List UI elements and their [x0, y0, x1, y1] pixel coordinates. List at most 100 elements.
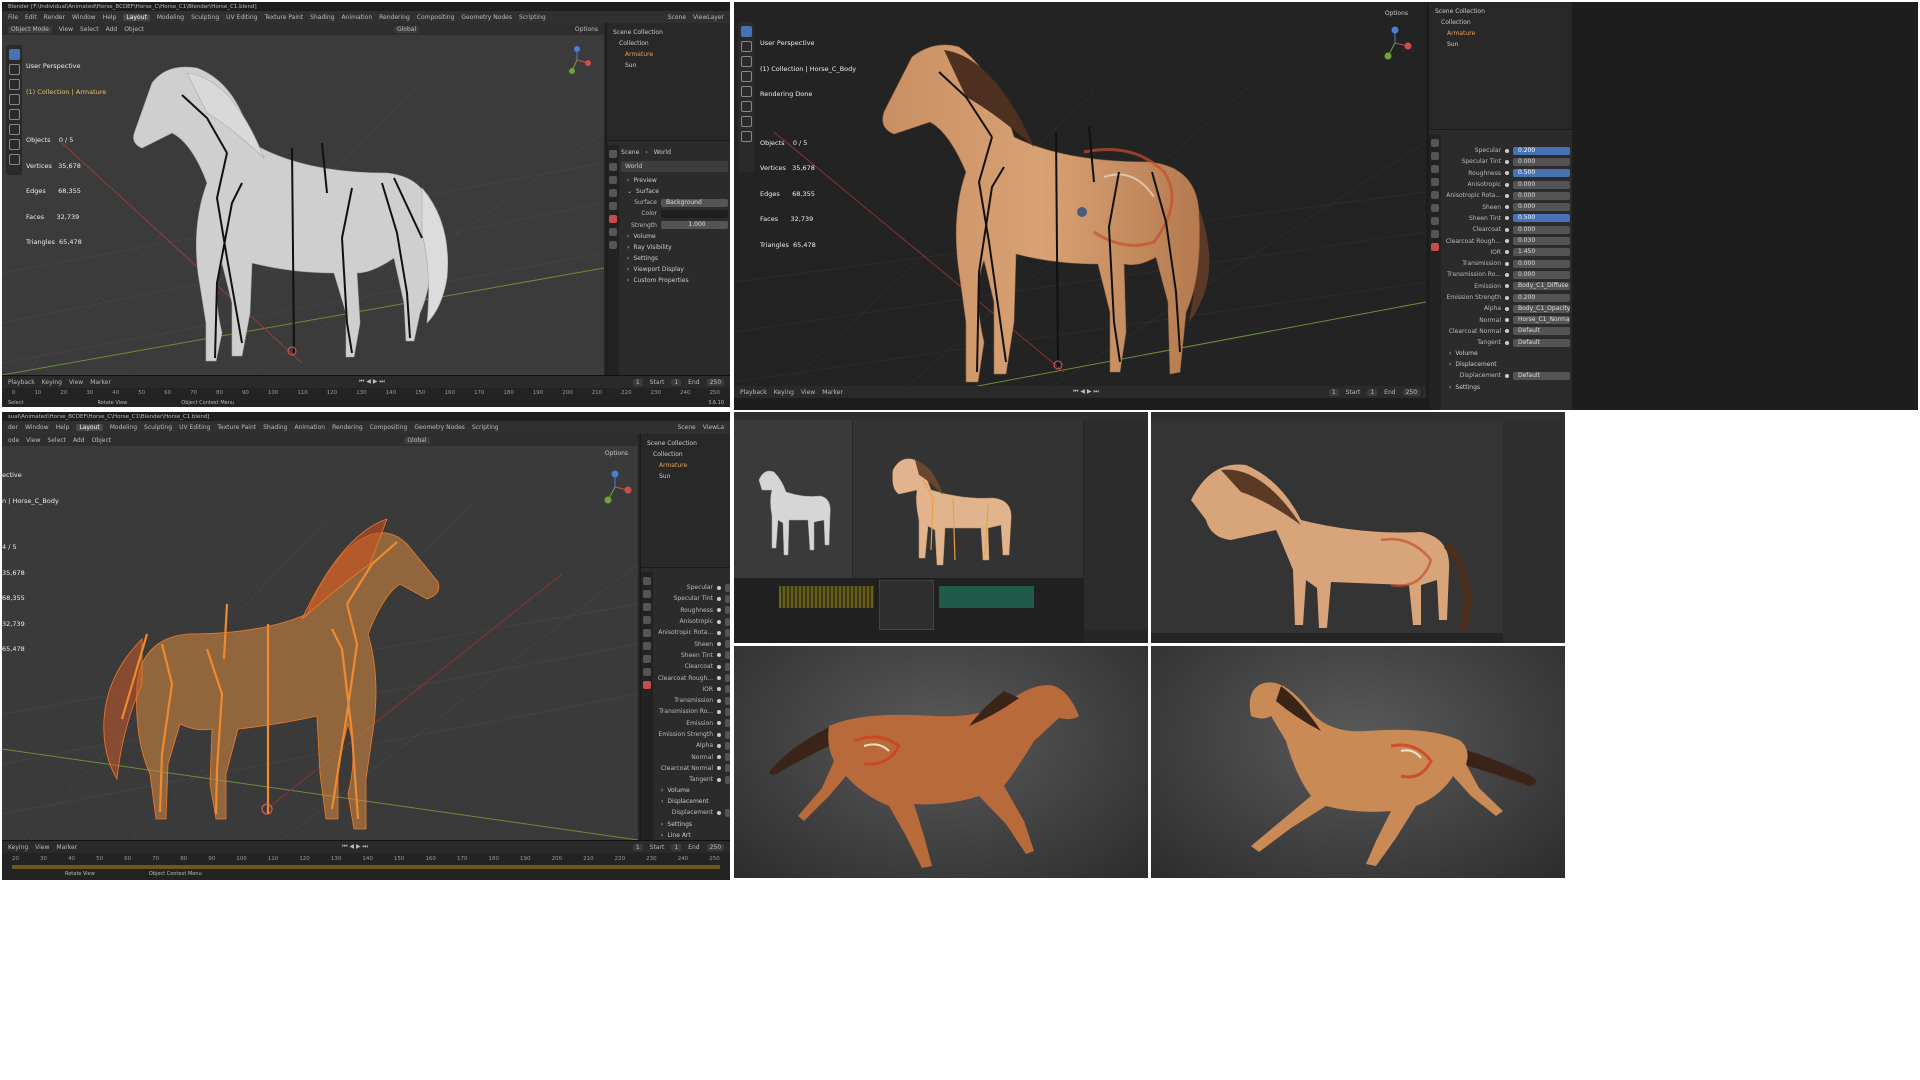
- section-ray-visibility[interactable]: › Ray Visibility: [621, 242, 728, 253]
- options-button[interactable]: Options: [1385, 10, 1408, 17]
- render-tab-icon[interactable]: [609, 163, 617, 171]
- material-prop-field[interactable]: 0.000: [1513, 191, 1570, 200]
- tool-tab-icon[interactable]: [643, 577, 651, 585]
- outliner-sun[interactable]: Sun: [1429, 39, 1572, 50]
- outliner-collection[interactable]: Collection: [1429, 17, 1572, 28]
- current-frame-field[interactable]: 1: [1328, 388, 1339, 396]
- material-prop-field[interactable]: [725, 674, 730, 683]
- surface-field[interactable]: Background: [661, 198, 728, 207]
- material-tab-icon[interactable]: [643, 681, 651, 689]
- output-tab-icon[interactable]: [1431, 165, 1439, 173]
- material-prop-field[interactable]: [725, 696, 730, 705]
- view-layer-selector[interactable]: ViewLayer: [693, 14, 724, 21]
- menu-keying[interactable]: Keying: [774, 389, 794, 396]
- socket-icon[interactable]: [717, 766, 721, 771]
- rotate-tool-icon[interactable]: [740, 71, 752, 82]
- viewport-3d[interactable]: Object Mode View Select Add Object Globa…: [2, 23, 604, 375]
- socket-icon[interactable]: [1505, 329, 1509, 334]
- material-prop-field[interactable]: [725, 617, 730, 626]
- socket-icon[interactable]: [1505, 159, 1509, 164]
- material-prop-field[interactable]: Default: [725, 775, 730, 784]
- section-settings[interactable]: › Settings: [655, 819, 730, 830]
- transform-tool-icon[interactable]: [740, 101, 752, 112]
- socket-icon[interactable]: [717, 732, 721, 737]
- transform-tool-icon[interactable]: [8, 124, 20, 135]
- viewport-wireframe[interactable]: ode View Select Add Object Global Option…: [2, 434, 638, 840]
- menu-help[interactable]: Help: [103, 14, 117, 21]
- socket-icon[interactable]: [1505, 295, 1509, 300]
- view-layer-tab-icon[interactable]: [643, 616, 651, 624]
- socket-icon[interactable]: [1505, 148, 1509, 153]
- rotate-tool-icon[interactable]: [8, 94, 20, 105]
- tab-layout[interactable]: Layout: [123, 13, 150, 21]
- outliner-collection[interactable]: Collection: [607, 38, 730, 49]
- tool-tab-icon[interactable]: [609, 150, 617, 158]
- tab-animation[interactable]: Animation: [342, 14, 373, 21]
- material-prop-field[interactable]: [725, 594, 730, 603]
- start-frame-field[interactable]: 1: [671, 843, 682, 851]
- material-prop-field[interactable]: Body_C: [725, 741, 730, 750]
- timeline-ruler[interactable]: 20 30 40 50 60 70 80 90 100 110 120 130 140 150 160 170…: [2, 853, 730, 865]
- menu-marker[interactable]: Marker: [56, 844, 77, 851]
- material-prop-field[interactable]: 0.500: [1513, 214, 1570, 223]
- tab-uv-editing[interactable]: UV Editing: [226, 14, 257, 21]
- tab-modeling[interactable]: Modeling: [110, 424, 137, 431]
- tab-compositing[interactable]: Compositing: [417, 14, 455, 21]
- menu-view[interactable]: View: [69, 379, 83, 386]
- section-volume[interactable]: › Volume: [1443, 348, 1570, 359]
- outliner-sun[interactable]: Sun: [607, 60, 730, 71]
- material-prop-field[interactable]: Horse_C1_NormalMap: [1513, 316, 1570, 325]
- menu-marker[interactable]: Marker: [822, 389, 843, 396]
- material-prop-field[interactable]: [725, 640, 730, 649]
- menu-window[interactable]: Window: [25, 424, 49, 431]
- object-tab-icon[interactable]: [609, 228, 617, 236]
- socket-icon[interactable]: [717, 687, 721, 692]
- menu-help[interactable]: Help: [56, 424, 70, 431]
- move-tool-icon[interactable]: [740, 56, 752, 67]
- select-tool-icon[interactable]: [8, 49, 20, 60]
- socket-icon[interactable]: [1505, 239, 1509, 244]
- tool-tab-icon[interactable]: [1431, 139, 1439, 147]
- navigation-gizmo-icon[interactable]: [562, 45, 592, 75]
- tab-texture-paint[interactable]: Texture Paint: [217, 424, 256, 431]
- tab-sculpting[interactable]: Sculpting: [144, 424, 172, 431]
- modifier-tab-icon[interactable]: [1431, 230, 1439, 238]
- object-tab-icon[interactable]: [643, 655, 651, 663]
- material-prop-field[interactable]: Body_C1_Diffuse: [1513, 282, 1570, 291]
- outliner-armature[interactable]: Armature: [607, 49, 730, 60]
- scene-tab-icon[interactable]: [1431, 191, 1439, 199]
- socket-icon[interactable]: [1505, 182, 1509, 187]
- menu-keying[interactable]: Keying: [42, 379, 62, 386]
- material-prop-field[interactable]: 1.450: [1513, 248, 1570, 257]
- displacement-field[interactable]: Default: [725, 808, 730, 817]
- socket-icon[interactable]: [1505, 171, 1509, 176]
- object-tab-icon[interactable]: [1431, 217, 1439, 225]
- start-frame-field[interactable]: 1: [671, 378, 682, 386]
- section-custom-properties[interactable]: › Custom Properties: [621, 275, 728, 286]
- tab-scripting[interactable]: Scripting: [472, 424, 499, 431]
- select-tool-icon[interactable]: [740, 26, 752, 37]
- section-volume[interactable]: › Volume: [621, 231, 728, 242]
- material-prop-field[interactable]: 0.000: [1513, 225, 1570, 234]
- view-layer-tab-icon[interactable]: [609, 189, 617, 197]
- scene-selector[interactable]: Scene: [677, 424, 695, 431]
- socket-icon[interactable]: [717, 596, 721, 601]
- socket-icon[interactable]: [717, 777, 721, 782]
- material-prop-field[interactable]: 0.200: [1513, 146, 1570, 155]
- cursor-tool-icon[interactable]: [8, 64, 20, 75]
- socket-icon[interactable]: [717, 743, 721, 748]
- material-prop-field[interactable]: [725, 606, 730, 615]
- color-field[interactable]: [661, 209, 728, 218]
- material-prop-field[interactable]: [725, 730, 730, 739]
- tab-sculpting[interactable]: Sculpting: [191, 14, 219, 21]
- section-line-art[interactable]: › Line Art: [655, 830, 730, 840]
- tab-modeling[interactable]: Modeling: [157, 14, 184, 21]
- material-prop-field[interactable]: [725, 651, 730, 660]
- menu-keying[interactable]: Keying: [8, 844, 28, 851]
- menu-view[interactable]: View: [35, 844, 49, 851]
- outliner-sun[interactable]: Sun: [641, 471, 730, 482]
- socket-icon[interactable]: [1505, 261, 1509, 266]
- socket-icon[interactable]: [717, 653, 721, 658]
- world-tab-icon[interactable]: [609, 215, 617, 223]
- menu-playback[interactable]: Playback: [8, 379, 35, 386]
